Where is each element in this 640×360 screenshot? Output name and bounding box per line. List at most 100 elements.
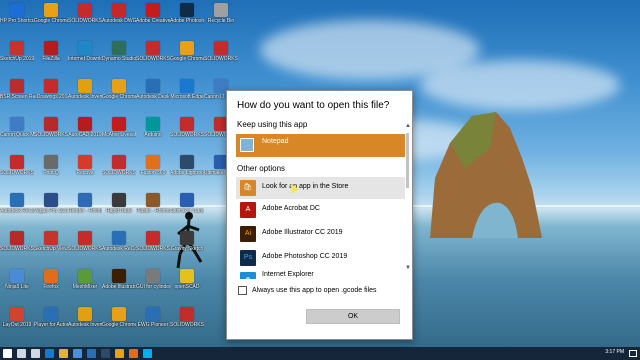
taskbar-photoshop-icon[interactable] [101, 349, 110, 358]
desktop-icon[interactable]: Google Chrome [102, 78, 136, 116]
desktop-icon[interactable]: SOLIDWORKS 2018 [0, 154, 34, 192]
app-shortcut-icon [112, 269, 126, 283]
desktop-icon[interactable]: Microsoft Edge [170, 78, 204, 116]
desktop-icon[interactable]: Print Q [34, 154, 68, 192]
desktop-icon[interactable]: SOLIDWORKS 2018 [34, 116, 68, 154]
desktop-icon[interactable]: SOLIDWORKS File Utilities [0, 230, 34, 268]
desktop-icon[interactable]: BSR Screen Recorder 6 [0, 78, 34, 116]
desktop-icon[interactable]: MeshMixer [68, 268, 102, 306]
desktop-icon[interactable]: Internet Download Manager [68, 40, 102, 78]
desktop-icon[interactable]: Gravity Sketch [170, 230, 204, 268]
desktop-icon-label: Google Chrome [34, 18, 68, 24]
app-option-photoshop[interactable]: Ps Adobe Photoshop CC 2019 [236, 247, 405, 269]
app-list-scrollbar[interactable]: ▲ ▼ [405, 123, 411, 273]
notification-center-icon[interactable] [629, 350, 637, 357]
desktop-icon-label: Plastic - Rhinoceros [136, 208, 170, 214]
app-option-illustrator[interactable]: Ai Adobe Illustrator CC 2019 [236, 223, 405, 245]
taskbar-edge-icon[interactable] [45, 349, 54, 358]
desktop-icon[interactable]: SOLIDWORKS Visualize [170, 116, 204, 154]
desktop-icon[interactable]: McAfee Livesafe [102, 116, 136, 154]
app-shortcut-icon [10, 79, 24, 93]
desktop-icon[interactable]: SOLIDWORKS Electrical [68, 230, 102, 268]
always-use-checkbox[interactable] [238, 286, 247, 295]
desktop-icon[interactable]: Adobe Lightroom [170, 154, 204, 192]
taskbar-clock[interactable]: 3:17 PM [605, 349, 624, 355]
taskbar-start-icon[interactable] [3, 349, 12, 358]
desktop-icon[interactable]: Autodesk ReCap Pro [102, 230, 136, 268]
app-shortcut-icon [146, 3, 160, 17]
taskbar-task-view-icon[interactable] [31, 349, 40, 358]
desktop-icon[interactable]: Firefox [34, 268, 68, 306]
app-shortcut-icon [44, 3, 58, 17]
taskbar-store-icon[interactable] [73, 349, 82, 358]
desktop-icon[interactable]: Google Chrome [34, 2, 68, 40]
desktop-icon[interactable]: Autodesk Inventor Pro [68, 78, 102, 116]
desktop-icon[interactable]: Autodesk ReCap [0, 192, 34, 230]
desktop-icon[interactable]: SOLIDWORKS Inspection [170, 306, 204, 344]
desktop-icon[interactable]: RapidTrade [102, 192, 136, 230]
taskbar-chrome-icon[interactable] [115, 349, 124, 358]
desktop-icon[interactable]: Autodesk Inventor [68, 306, 102, 344]
desktop-icon[interactable]: Player for Autodesk [34, 306, 68, 344]
desktop-icon[interactable]: Recycle Bin [204, 2, 238, 40]
desktop-icon[interactable]: EWG Pioneer [136, 306, 170, 344]
desktop-icon[interactable]: eDrawings 2018 [34, 78, 68, 116]
desktop-icon[interactable]: LayOut 2019 [0, 306, 34, 344]
desktop-icon[interactable]: Vegas Pro 16.0 [34, 192, 68, 230]
app-shortcut-icon [78, 269, 92, 283]
desktop-icon[interactable]: Dynamo Studio [102, 40, 136, 78]
desktop-icon[interactable]: SOLIDWORKS Composer Player [136, 40, 170, 78]
app-option-store[interactable]: 🛍 Look for an app in the Store [236, 177, 405, 199]
desktop-icon-label: Firefox [43, 284, 59, 290]
app-shortcut-icon [146, 193, 160, 207]
app-option-notepad[interactable]: Notepad [236, 134, 405, 157]
chevron-up-icon[interactable]: ▲ [405, 123, 411, 129]
desktop-icon[interactable]: HP Pro Shortcut [0, 2, 34, 40]
desktop-icon[interactable]: GUI for cylinders [136, 268, 170, 306]
app-shortcut-icon [78, 307, 92, 321]
app-shortcut-icon [112, 117, 126, 131]
desktop-icon[interactable]: Recuva [68, 154, 102, 192]
desktop-icon[interactable]: Canon Quick Menu [0, 116, 34, 154]
taskbar-skype-icon[interactable] [143, 349, 152, 358]
desktop-icon[interactable]: Google Chrome [102, 306, 136, 344]
desktop-icon[interactable]: SOLIDWORKS 2018 x64 [68, 2, 102, 40]
desktop-icon[interactable]: Fusion 360 [136, 154, 170, 192]
scrollbar-thumb[interactable] [406, 133, 409, 188]
taskbar-explorer-icon[interactable] [59, 349, 68, 358]
desktop-icon[interactable]: Adobe Creative Cloud [136, 2, 170, 40]
desktop-icon[interactable]: Plastic - Rhinoceros [136, 192, 170, 230]
desktop-icon[interactable]: openSCAD [170, 268, 204, 306]
desktop-icon[interactable]: SOLIDWORKS Plastics [136, 230, 170, 268]
desktop-icon[interactable]: Ninja5 Lite [0, 268, 34, 306]
desktop-icon-label: SketchUp Viewer 2019 [34, 246, 68, 252]
desktop-icon[interactable]: Render - Rhinoceros [68, 192, 102, 230]
taskbar-search-icon[interactable] [17, 349, 26, 358]
app-shortcut-icon [112, 3, 126, 17]
app-shortcut-icon [146, 269, 160, 283]
desktop-icon[interactable]: SketchUp Viewer 2019 [34, 230, 68, 268]
taskbar-firefox-icon[interactable] [129, 349, 138, 358]
desktop-icon[interactable]: Google Chrome [170, 40, 204, 78]
desktop-icon[interactable]: SOLIDWORKS Flow [204, 40, 238, 78]
app-option-acrobat[interactable]: A Adobe Acrobat DC [236, 199, 405, 221]
desktop-icon[interactable]: Arduino [136, 116, 170, 154]
desktop-icon[interactable]: Adobe Photoshop CC [170, 2, 204, 40]
desktop-icon-label: SOLIDWORKS 2018 [0, 170, 34, 176]
desktop-icon[interactable]: Autodesk Desktop App [136, 78, 170, 116]
desktop-icon-label: Arduino [144, 132, 162, 138]
taskbar-mail-icon[interactable] [87, 349, 96, 358]
desktop-icon[interactable]: Autodesk DWG TrueView [102, 2, 136, 40]
desktop-icon[interactable]: AutoCAD 2019 [68, 116, 102, 154]
desktop-icon[interactable]: SOLIDWORKS Composer [102, 154, 136, 192]
app-shortcut-icon [78, 155, 92, 169]
ok-button[interactable]: OK [306, 309, 400, 324]
app-option-internet-explorer[interactable]: e Internet Explorer [236, 269, 405, 279]
desktop-icon-label: FileZilla [42, 56, 60, 62]
desktop-icon[interactable]: FileZilla [34, 40, 68, 78]
desktop-icon[interactable]: Ultimaker Cura [170, 192, 204, 230]
desktop-icon[interactable]: SketchUp 2019 [0, 40, 34, 78]
chevron-down-icon[interactable]: ▼ [405, 265, 411, 271]
desktop-icon[interactable]: Adobe Illustrator [102, 268, 136, 306]
app-option-label: Adobe Photoshop CC 2019 [262, 253, 348, 260]
